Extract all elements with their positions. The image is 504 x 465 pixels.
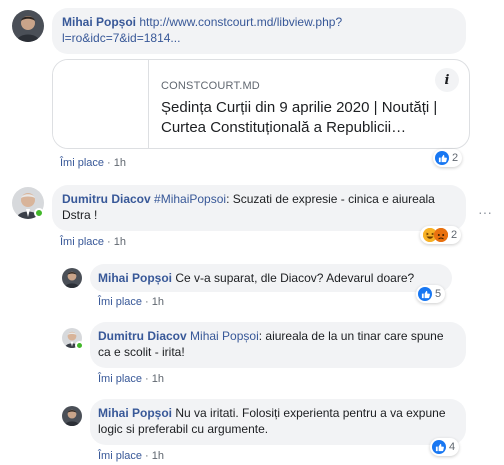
comment-timestamp[interactable]: 1h [114, 236, 126, 248]
comment-bubble: Mihai Popșoi http://www.constcourt.md/li… [52, 8, 466, 54]
comment-timestamp[interactable]: 1h [114, 157, 126, 169]
like-thumb-icon [432, 440, 446, 454]
reply-text: Ce v-a suparat, dle Diacov? Adevarul doa… [175, 271, 415, 285]
like-button[interactable]: Îmi place [98, 296, 142, 308]
avatar-mihai-popsoi[interactable] [12, 10, 44, 42]
comment-author[interactable]: Dumitru Diacov [62, 192, 151, 206]
reply-actions: Îmi place · 1h [98, 296, 164, 308]
info-icon[interactable]: i [435, 68, 459, 92]
online-status-dot [34, 208, 44, 218]
like-thumb-icon [418, 287, 432, 301]
comment-author[interactable]: Mihai Popșoi [62, 15, 136, 29]
reaction-number: 2 [452, 152, 459, 164]
reply-bubble: Mihai Popșoi Ce v-a suparat, dle Diacov?… [90, 264, 452, 292]
link-domain: CONSTCOURT.MD [161, 80, 260, 92]
like-button[interactable]: Îmi place [98, 450, 142, 462]
like-button[interactable]: Îmi place [60, 236, 104, 248]
reaction-number: 4 [449, 441, 456, 453]
comment-actions: Îmi place · 1h [60, 157, 126, 169]
more-options-icon[interactable]: ··· [478, 204, 492, 220]
reply-actions: Îmi place · 1h [98, 373, 164, 385]
reaction-count[interactable]: 5 [416, 285, 446, 303]
reply-author[interactable]: Mihai Popșoi [98, 406, 172, 420]
reply-mention[interactable]: Mihai Popșoi [190, 329, 259, 343]
reaction-number: 5 [435, 288, 442, 300]
link-title[interactable]: Ședința Curții din 9 aprilie 2020 | Nout… [161, 98, 451, 138]
reply-author[interactable]: Mihai Popșoi [98, 271, 172, 285]
reply-timestamp[interactable]: 1h [152, 373, 164, 385]
reply-timestamp[interactable]: 1h [152, 450, 164, 462]
comment-bubble: Dumitru Diacov #MihaiPopsoi: Scuzati de … [52, 185, 466, 231]
reaction-number: 2 [451, 229, 458, 241]
comment-actions: Îmi place · 1h [60, 236, 126, 248]
avatar-mihai-popsoi[interactable] [62, 406, 82, 426]
like-thumb-icon [435, 151, 449, 165]
reaction-count[interactable]: 2 [433, 149, 463, 167]
reply-bubble: Dumitru Diacov Mihai Popșoi: aiureala de… [90, 322, 466, 368]
link-preview-card[interactable]: CONSTCOURT.MD Ședința Curții din 9 april… [52, 59, 470, 149]
reply-bubble: Mihai Popșoi Nu va iritati. Folosiți exp… [90, 399, 466, 445]
reply-actions: Îmi place · 1h [98, 450, 164, 462]
reply-timestamp[interactable]: 1h [152, 296, 164, 308]
link-thumbnail [53, 60, 149, 148]
like-button[interactable]: Îmi place [60, 157, 104, 169]
reaction-count[interactable]: 4 [430, 438, 460, 456]
avatar-mihai-popsoi[interactable] [62, 268, 82, 288]
comment-hashtag[interactable]: #MihaiPopsoi [154, 192, 226, 206]
reaction-count[interactable]: 2 [420, 226, 462, 244]
like-button[interactable]: Îmi place [98, 373, 142, 385]
angry-emoji-icon [434, 228, 448, 242]
online-status-dot [75, 341, 84, 350]
reply-author[interactable]: Dumitru Diacov [98, 329, 187, 343]
